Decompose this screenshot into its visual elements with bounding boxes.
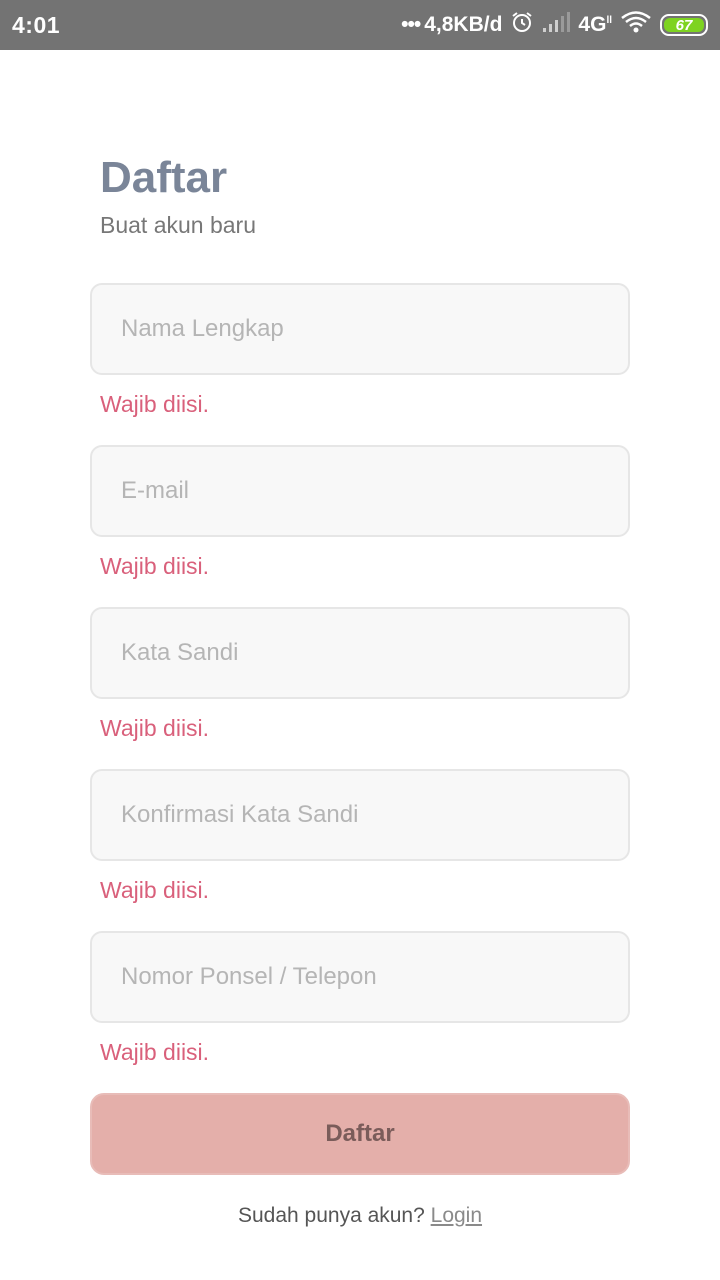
status-icons: ••• 4,8KB/d 4Gll 67 (401, 10, 708, 40)
page-title: Daftar (100, 153, 228, 202)
network-type: 4Gll (578, 13, 612, 36)
field-group-confirm-password: Wajib diisi. (90, 769, 630, 931)
full-name-error: Wajib diisi. (100, 391, 210, 417)
password-error: Wajib diisi. (100, 715, 210, 741)
page-header: Daftar Buat akun baru (90, 150, 630, 239)
alarm-icon (510, 10, 534, 40)
login-link[interactable]: Login (431, 1204, 482, 1227)
field-group-email: Wajib diisi. (90, 445, 630, 607)
confirm-password-input[interactable] (90, 769, 630, 861)
email-error: Wajib diisi. (100, 553, 210, 579)
status-time: 4:01 (12, 11, 61, 38)
field-group-password: Wajib diisi. (90, 607, 630, 769)
wifi-icon (620, 10, 652, 40)
field-group-phone: Wajib diisi. (90, 931, 630, 1093)
email-input[interactable] (90, 445, 630, 537)
more-notifications-icon: ••• (401, 13, 421, 36)
confirm-password-error: Wajib diisi. (100, 877, 210, 903)
register-button[interactable]: Daftar (90, 1093, 630, 1175)
battery-level: 67 (664, 18, 704, 33)
phone-error: Wajib diisi. (100, 1039, 210, 1065)
page-subtitle: Buat akun baru (100, 212, 257, 238)
full-name-input[interactable] (90, 283, 630, 375)
password-input[interactable] (90, 607, 630, 699)
signal-icon (542, 11, 571, 39)
register-form: Wajib diisi. Wajib diisi. Wajib diisi. W… (90, 283, 630, 1093)
field-group-full-name: Wajib diisi. (90, 283, 630, 445)
phone-input[interactable] (90, 931, 630, 1023)
login-prompt-text: Sudah punya akun? (237, 1204, 425, 1227)
login-prompt: Sudah punya akun? Login (0, 1204, 720, 1228)
network-speed: 4,8KB/d (424, 13, 503, 36)
status-bar: 4:01 ••• 4,8KB/d 4Gll 67 (0, 0, 720, 50)
battery-icon: 67 (660, 14, 708, 36)
